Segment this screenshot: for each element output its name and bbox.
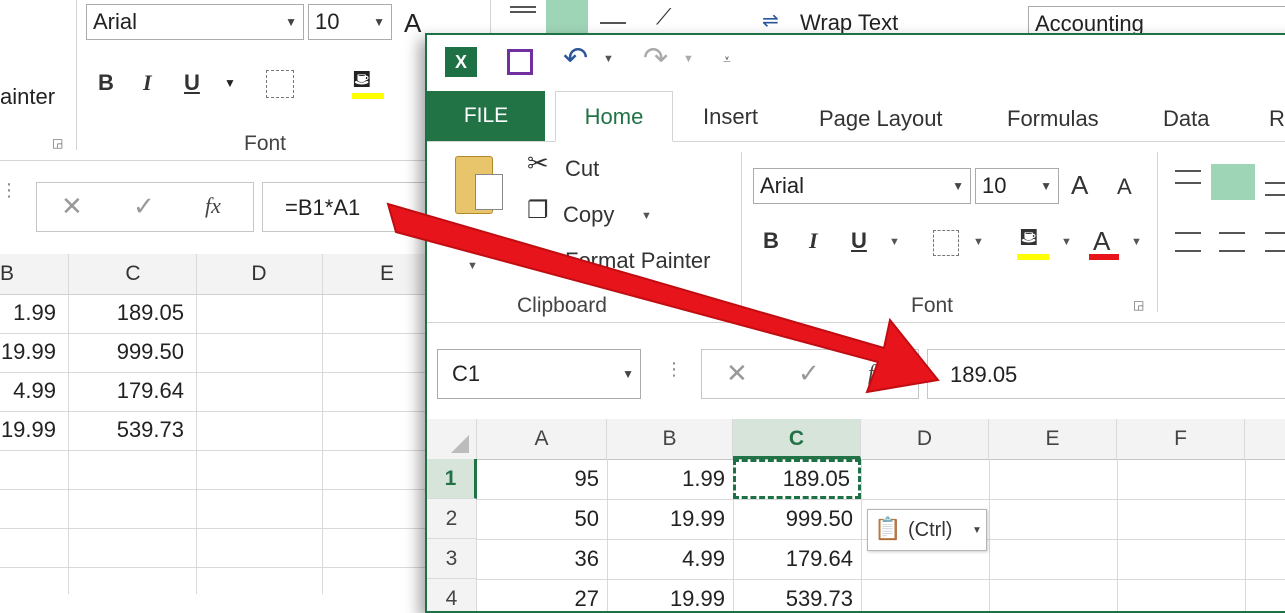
pointer-arrow (386, 202, 940, 394)
red-arrow-overlay (386, 202, 940, 394)
